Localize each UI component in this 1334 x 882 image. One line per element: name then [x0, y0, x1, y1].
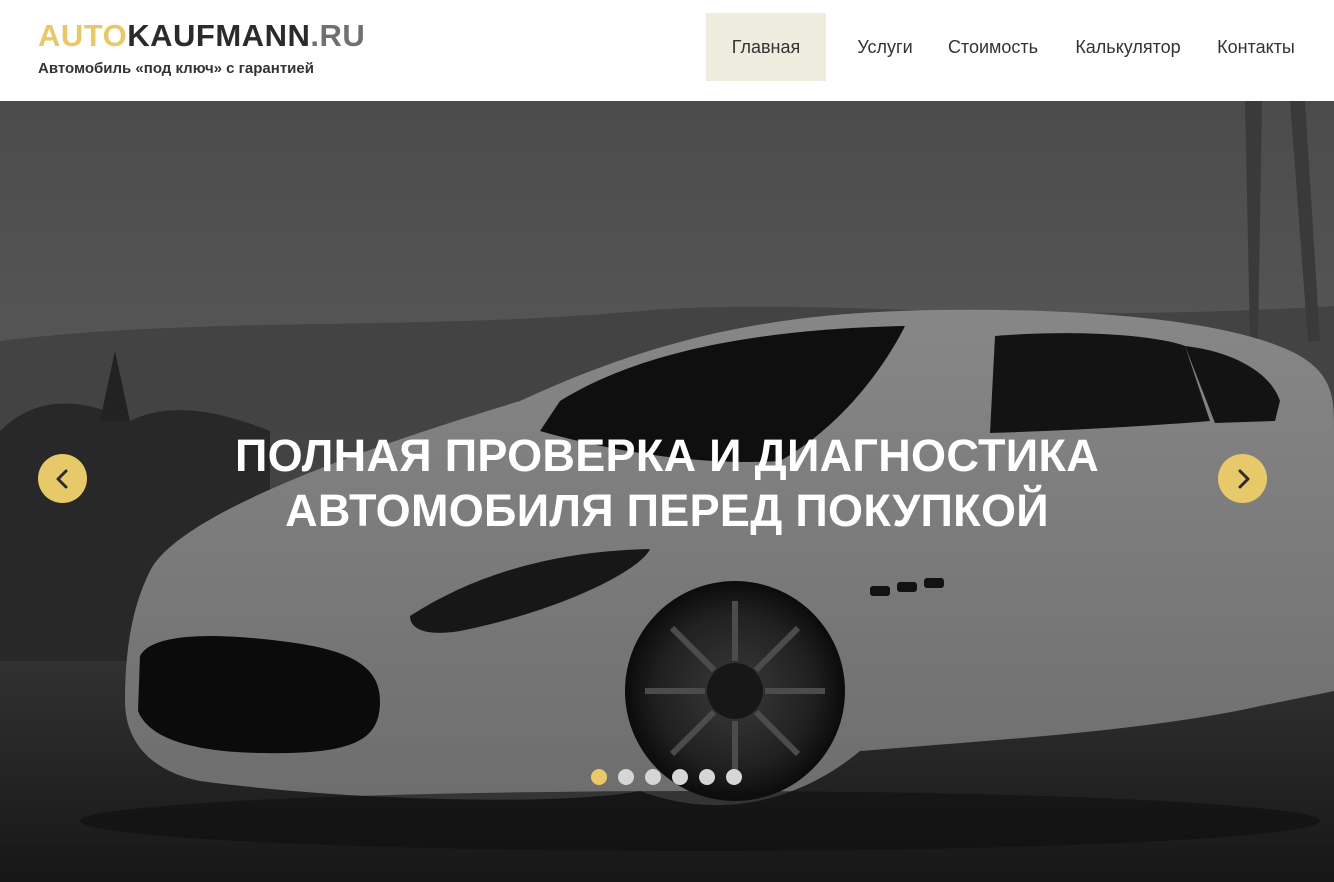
- slider-dot-2[interactable]: [618, 769, 634, 785]
- nav-item-services[interactable]: Услуги: [846, 13, 924, 81]
- slider-dot-4[interactable]: [672, 769, 688, 785]
- slider-next-button[interactable]: [1218, 454, 1267, 503]
- slider-dot-3[interactable]: [645, 769, 661, 785]
- logo-part-kaufmann: KAUFMANN: [127, 18, 311, 53]
- nav-item-pricing[interactable]: Стоимость: [935, 13, 1051, 81]
- site-header: AUTOKAUFMANN.RU Автомобиль «под ключ» с …: [0, 0, 1334, 101]
- slider-prev-button[interactable]: [38, 454, 87, 503]
- slider-dot-5[interactable]: [699, 769, 715, 785]
- slider-dot-6[interactable]: [726, 769, 742, 785]
- slider-pagination: [591, 769, 742, 785]
- slider-dot-1[interactable]: [591, 769, 607, 785]
- logo-part-auto: AUTO: [38, 18, 128, 53]
- hero-title: ПОЛНАЯ ПРОВЕРКА И ДИАГНОСТИКА АВТОМОБИЛЯ…: [167, 428, 1167, 538]
- logo-part-domain: .RU: [310, 18, 366, 53]
- hero-slider: ПОЛНАЯ ПРОВЕРКА И ДИАГНОСТИКА АВТОМОБИЛЯ…: [0, 101, 1334, 882]
- hero-title-line-1: ПОЛНАЯ ПРОВЕРКА И ДИАГНОСТИКА: [234, 430, 1100, 481]
- site-tagline: Автомобиль «под ключ» с гарантией: [38, 60, 314, 77]
- nav-item-calculator[interactable]: Калькулятор: [1062, 13, 1194, 81]
- hero-title-line-2: АВТОМОБИЛЯ ПЕРЕД ПОКУПКОЙ: [285, 485, 1049, 536]
- nav-item-contacts[interactable]: Контакты: [1204, 13, 1308, 81]
- chevron-right-icon: [1238, 469, 1249, 488]
- nav-item-home[interactable]: Главная: [706, 13, 826, 81]
- chevron-left-icon: [56, 469, 67, 488]
- site-logo[interactable]: AUTOKAUFMANN.RU: [38, 17, 365, 55]
